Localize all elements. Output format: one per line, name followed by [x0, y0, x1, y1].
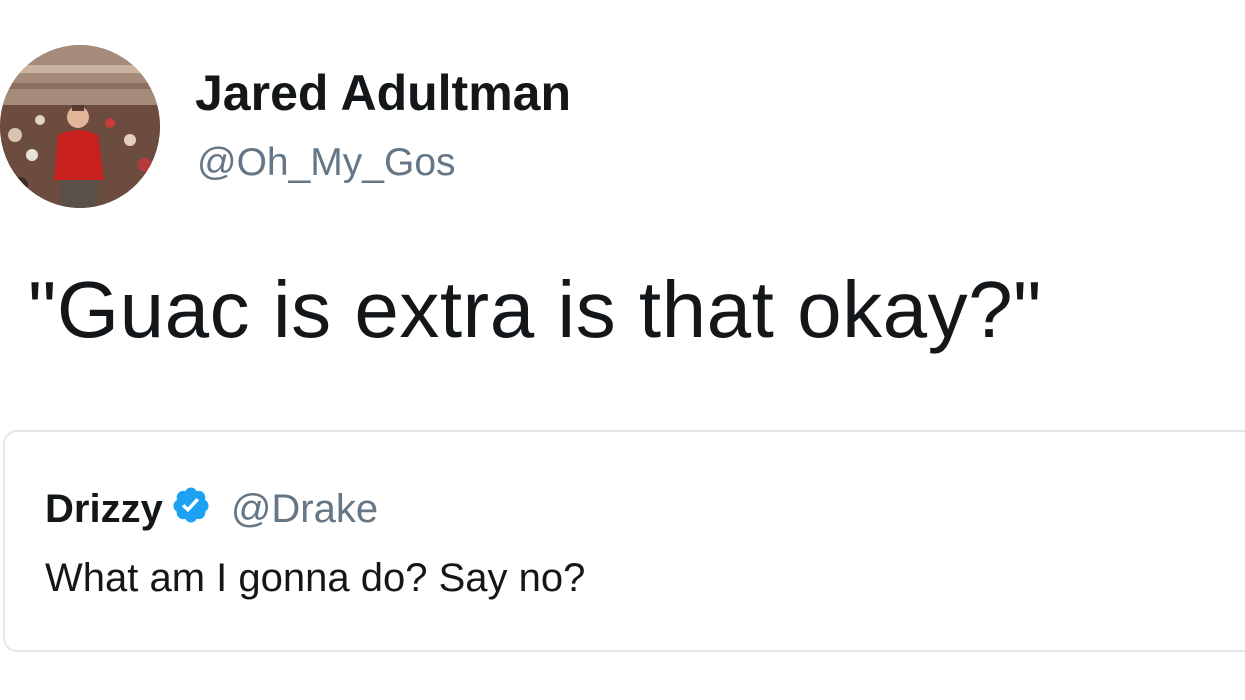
avatar-photo — [0, 45, 160, 208]
quoted-author-name: Drizzy — [45, 487, 163, 531]
quoted-author-handle: @Drake — [230, 487, 379, 531]
author-name[interactable]: Jared Adultman — [195, 65, 571, 121]
tweet-text: "Guac is extra is that okay?" — [28, 265, 1042, 354]
quoted-tweet-text: What am I gonna do? Say no? — [45, 556, 586, 600]
author-handle[interactable]: @Oh_My_Gos — [197, 141, 456, 185]
quoted-tweet-meta: Drizzy @Drake — [45, 484, 378, 534]
quoted-tweet-card[interactable]: Drizzy @Drake What am I gonna do? Say no… — [3, 430, 1245, 652]
tweet-header: Jared Adultman @Oh_My_Gos — [0, 45, 1245, 210]
avatar[interactable] — [0, 45, 160, 208]
verified-badge-icon — [171, 485, 211, 525]
